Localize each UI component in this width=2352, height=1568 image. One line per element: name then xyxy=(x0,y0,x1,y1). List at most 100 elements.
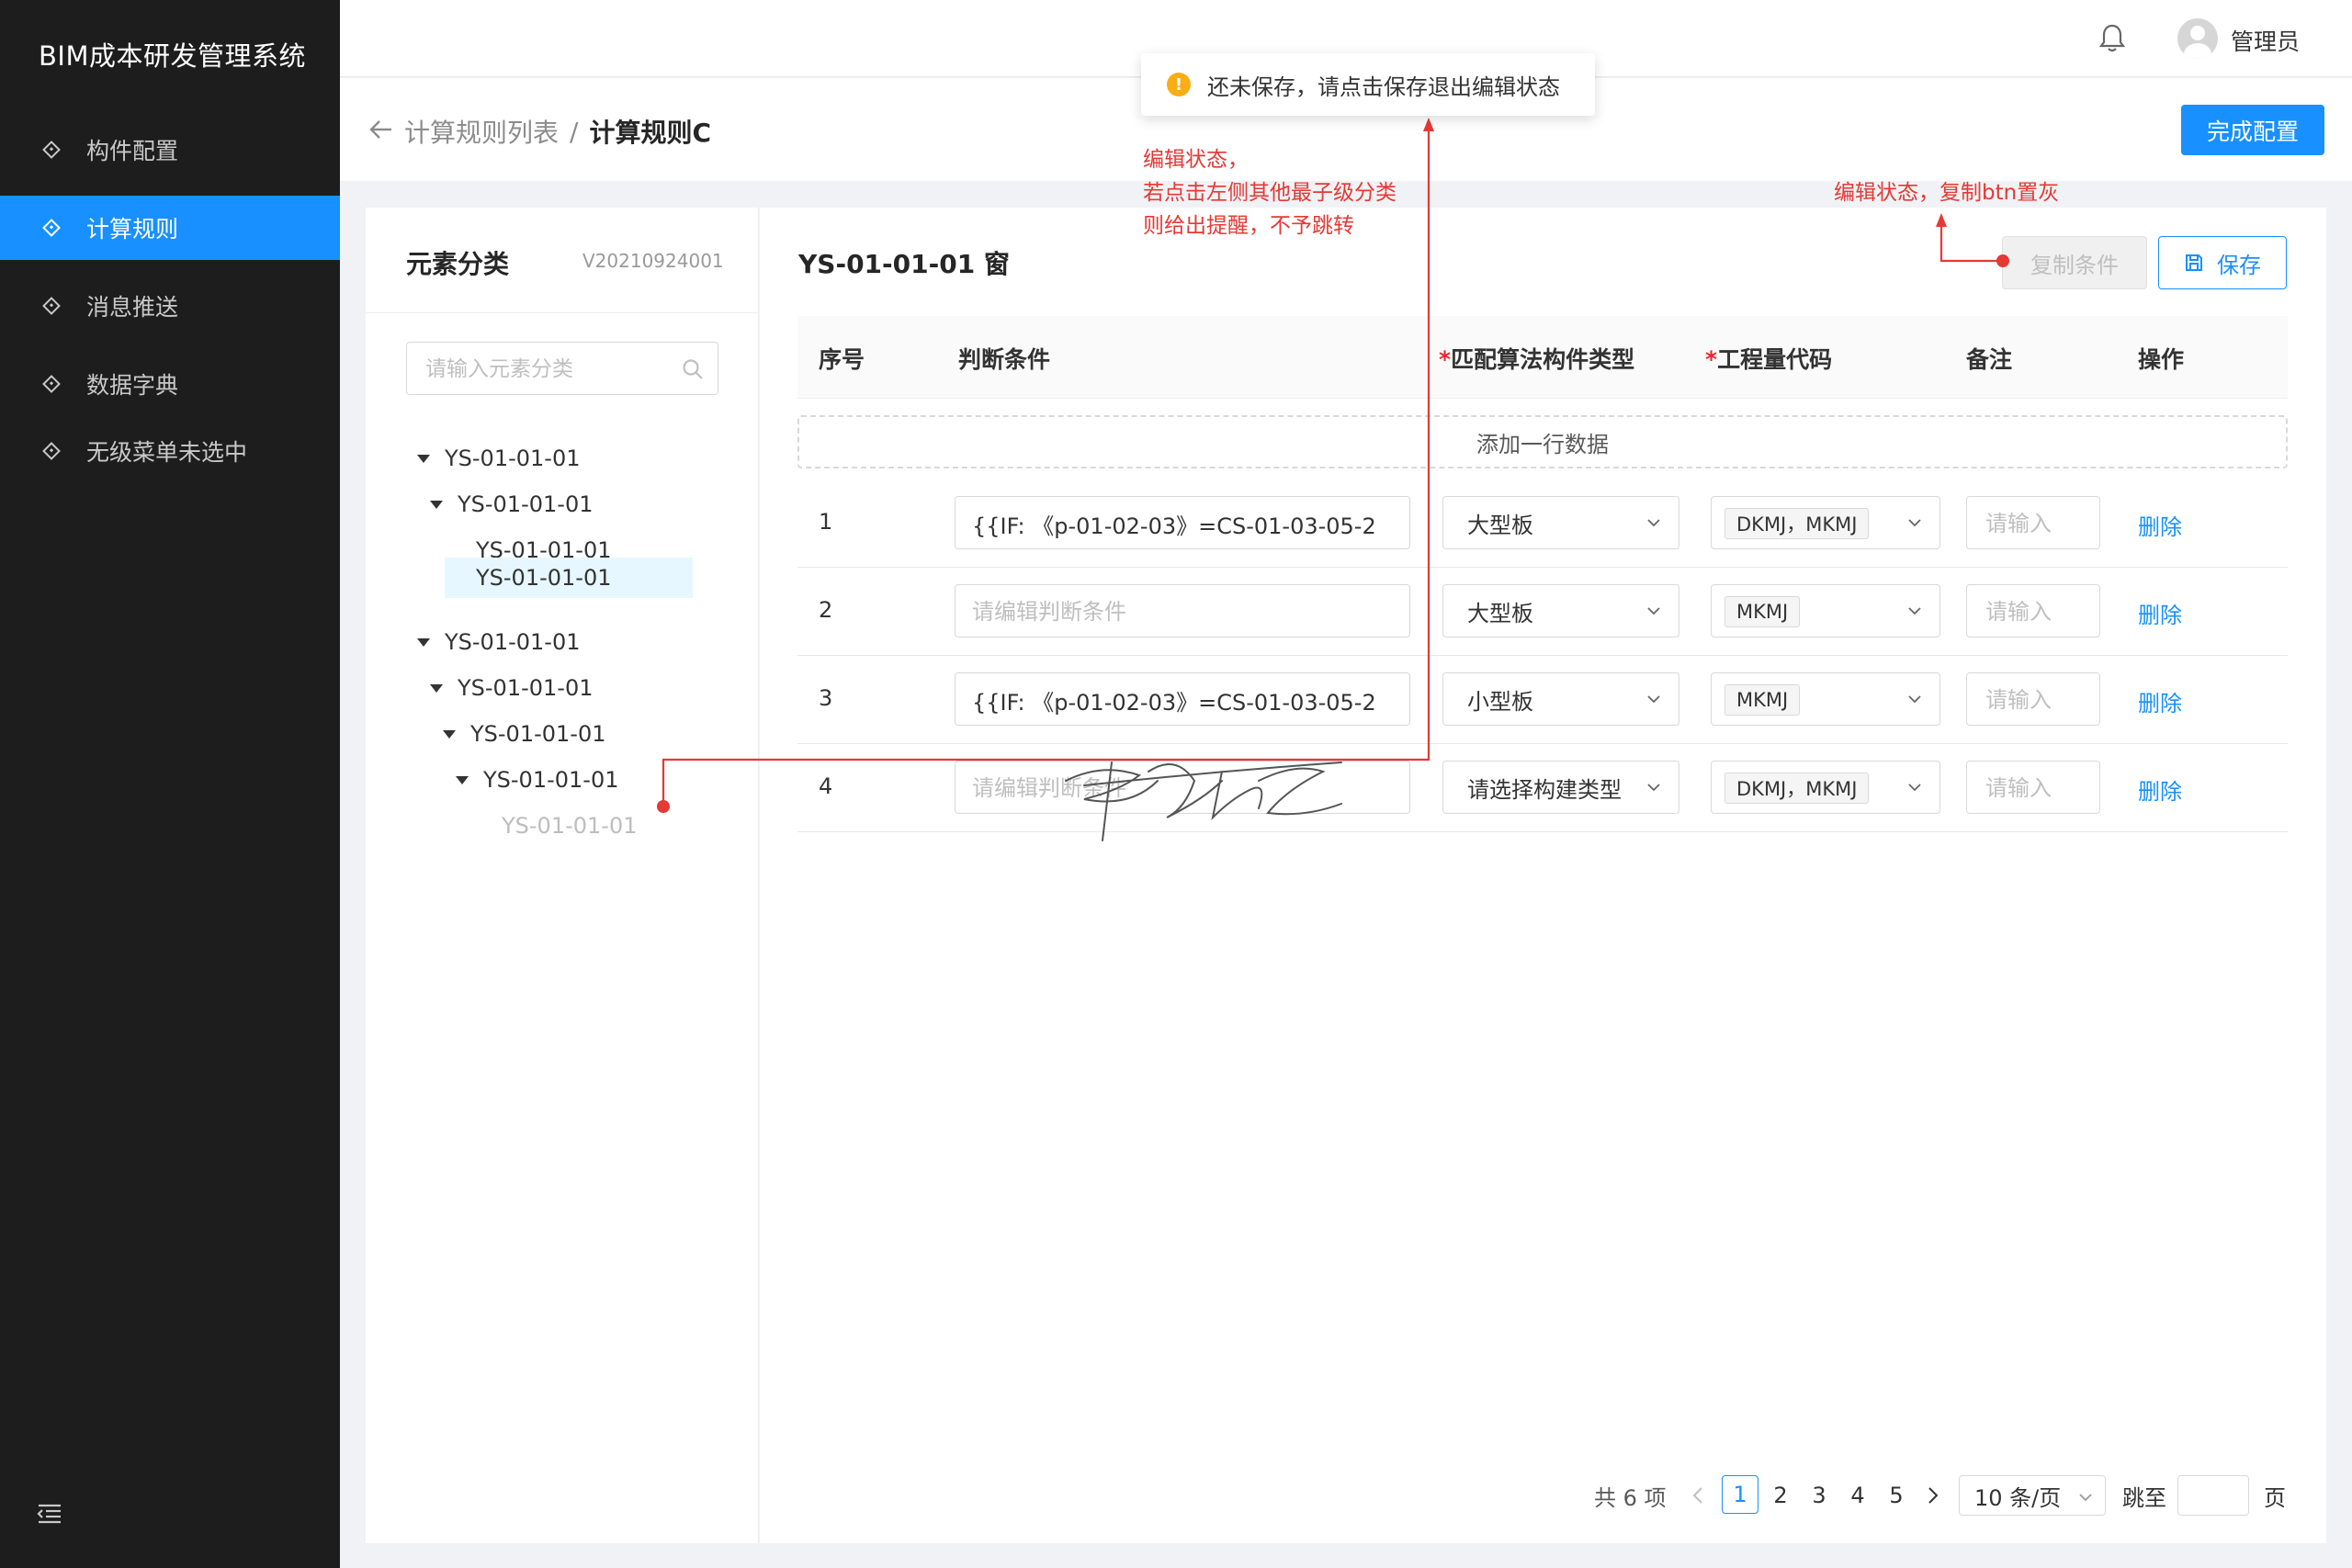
chevron-right-icon xyxy=(1928,1487,1939,1504)
save-button[interactable]: 保存 xyxy=(2158,236,2287,289)
type-select[interactable]: 大型板 xyxy=(1442,496,1679,549)
code-select[interactable]: DKMJ，MKMJ xyxy=(1711,496,1940,549)
chevron-down-icon xyxy=(1647,607,1660,615)
condition-input[interactable] xyxy=(972,685,1404,715)
note-field xyxy=(1966,496,2100,549)
jump-label: 跳至 xyxy=(2122,1484,2166,1511)
pagination-prev[interactable] xyxy=(1690,1475,1705,1516)
back-arrow-icon[interactable] xyxy=(368,117,395,142)
code-select[interactable]: MKMJ xyxy=(1711,672,1940,726)
sidebar-item-component-config[interactable]: 构件配置 xyxy=(0,118,340,182)
sidebar-item-label: 构件配置 xyxy=(86,138,179,164)
jump-page-input[interactable] xyxy=(2177,1475,2249,1516)
caret-down-icon[interactable] xyxy=(430,500,443,509)
copy-condition-button[interactable]: 复制条件 xyxy=(2002,236,2147,289)
tree-node[interactable]: YS-01-01-01 xyxy=(417,623,581,661)
delete-link[interactable]: 删除 xyxy=(2138,685,2182,717)
save-icon xyxy=(2186,254,2202,271)
tree-node[interactable]: YS-01-01-01 xyxy=(417,439,581,478)
tree-node-label: YS-01-01-01 xyxy=(445,629,581,655)
row-seq: 1 xyxy=(819,509,833,535)
finish-config-button[interactable]: 完成配置 xyxy=(2181,105,2324,155)
tree-node[interactable]: YS-01-01-01 xyxy=(443,715,606,753)
rules-panel-title: YS-01-01-01 窗 xyxy=(798,249,1010,279)
breadcrumb-separator: / xyxy=(570,116,579,147)
category-search-input[interactable] xyxy=(425,355,673,383)
pagination-page-2[interactable]: 2 xyxy=(1762,1475,1799,1516)
chevron-down-icon xyxy=(1647,695,1660,704)
code-tag: DKMJ，MKMJ xyxy=(1724,508,1870,539)
user-name[interactable]: 管理员 xyxy=(2231,24,2300,57)
unsaved-warning-toast: ! 还未保存，请点击保存退出编辑状态 xyxy=(1141,53,1595,116)
sidebar: BIM成本研发管理系统 构件配置 计算规则 消息推送 数据字典 无级菜单未选中 xyxy=(0,0,340,1568)
tree-node[interactable]: YS-01-01-01 xyxy=(430,669,594,707)
handwritten-signature xyxy=(1065,761,1342,841)
delete-link[interactable]: 删除 xyxy=(2138,773,2182,806)
sidebar-item-data-dictionary[interactable]: 数据字典 xyxy=(0,352,340,416)
tree-node[interactable]: YS-01-01-01 xyxy=(456,761,619,799)
sidebar-item-calc-rules[interactable]: 计算规则 xyxy=(0,196,340,260)
pagination-page-4[interactable]: 4 xyxy=(1839,1475,1876,1516)
page-size-select[interactable]: 10 条/页 xyxy=(1959,1475,2106,1516)
code-select[interactable]: DKMJ，MKMJ xyxy=(1711,761,1940,814)
note-input[interactable] xyxy=(1985,597,2086,626)
diamond-icon xyxy=(40,217,62,239)
delete-link[interactable]: 删除 xyxy=(2138,509,2182,541)
tree-node-label: YS-01-01-01 xyxy=(476,565,612,591)
app-logo-title: BIM成本研发管理系统 xyxy=(39,40,306,72)
caret-down-icon[interactable] xyxy=(430,683,443,693)
caret-down-icon[interactable] xyxy=(443,729,456,739)
type-select[interactable]: 大型板 xyxy=(1442,584,1679,637)
pagination-page-3[interactable]: 3 xyxy=(1801,1475,1838,1516)
tree-node[interactable]: YS-01-01-01 xyxy=(430,485,594,524)
breadcrumb: 计算规则列表 / 计算规则C xyxy=(404,113,711,150)
tree-node-selected[interactable]: YS-01-01-01 xyxy=(445,558,693,598)
breadcrumb-parent-link[interactable]: 计算规则列表 xyxy=(404,113,559,150)
sidebar-item-label: 数据字典 xyxy=(86,372,179,399)
pagination-page-1[interactable]: 1 xyxy=(1722,1475,1758,1514)
bell-icon[interactable] xyxy=(2098,22,2127,53)
tree-node-label: YS-01-01-01 xyxy=(502,813,638,839)
table-row: 2 大型板 MKMJ 删除 xyxy=(797,568,2288,656)
condition-input[interactable] xyxy=(972,597,1404,626)
tree-node-label: YS-01-01-01 xyxy=(445,446,581,471)
code-tag: MKMJ xyxy=(1724,596,1801,627)
type-select[interactable]: 小型板 xyxy=(1442,672,1679,726)
pagination-total: 共 6 项 xyxy=(1594,1484,1667,1511)
warning-icon: ! xyxy=(1167,73,1191,96)
condition-input[interactable] xyxy=(972,509,1404,538)
table-header: 序号 判断条件 *匹配算法构件类型 *工程量代码 备注 操作 xyxy=(797,316,2288,399)
type-select-value: 大型板 xyxy=(1467,512,1533,538)
note-input[interactable] xyxy=(1985,509,2086,538)
menu-fold-icon[interactable] xyxy=(37,1503,62,1525)
chevron-down-icon xyxy=(2079,1494,2092,1502)
sidebar-item-label: 无级菜单未选中 xyxy=(86,439,248,466)
type-select[interactable]: 请选择构建类型 xyxy=(1442,761,1679,814)
chevron-down-icon xyxy=(1908,519,1921,527)
search-icon[interactable] xyxy=(681,357,705,381)
pagination-next[interactable] xyxy=(1926,1475,1940,1516)
row-seq: 4 xyxy=(819,773,833,799)
add-row-button[interactable]: 添加一行数据 xyxy=(797,415,2288,468)
avatar[interactable] xyxy=(2177,18,2218,59)
code-tag: MKMJ xyxy=(1724,684,1801,716)
caret-down-icon[interactable] xyxy=(456,775,469,784)
delete-link[interactable]: 删除 xyxy=(2138,597,2182,629)
tree-node-label: YS-01-01-01 xyxy=(470,721,606,747)
column-header-seq: 序号 xyxy=(819,346,865,373)
sidebar-item-message-push[interactable]: 消息推送 xyxy=(0,274,340,338)
column-header-condition: 判断条件 xyxy=(958,346,1051,373)
type-select-value: 小型板 xyxy=(1467,688,1533,715)
note-input[interactable] xyxy=(1985,685,2086,715)
code-select[interactable]: MKMJ xyxy=(1711,584,1940,637)
pagination-page-5[interactable]: 5 xyxy=(1878,1475,1915,1516)
caret-down-icon[interactable] xyxy=(417,454,430,463)
note-field xyxy=(1966,584,2100,637)
diamond-icon xyxy=(40,373,62,395)
chevron-down-icon xyxy=(1908,695,1921,704)
row-seq: 3 xyxy=(819,685,833,711)
sidebar-item-unselected-menu[interactable]: 无级菜单未选中 xyxy=(0,419,340,483)
tree-node[interactable]: YS-01-01-01 xyxy=(502,807,638,845)
caret-down-icon[interactable] xyxy=(417,637,430,647)
note-input[interactable] xyxy=(1985,773,2086,803)
